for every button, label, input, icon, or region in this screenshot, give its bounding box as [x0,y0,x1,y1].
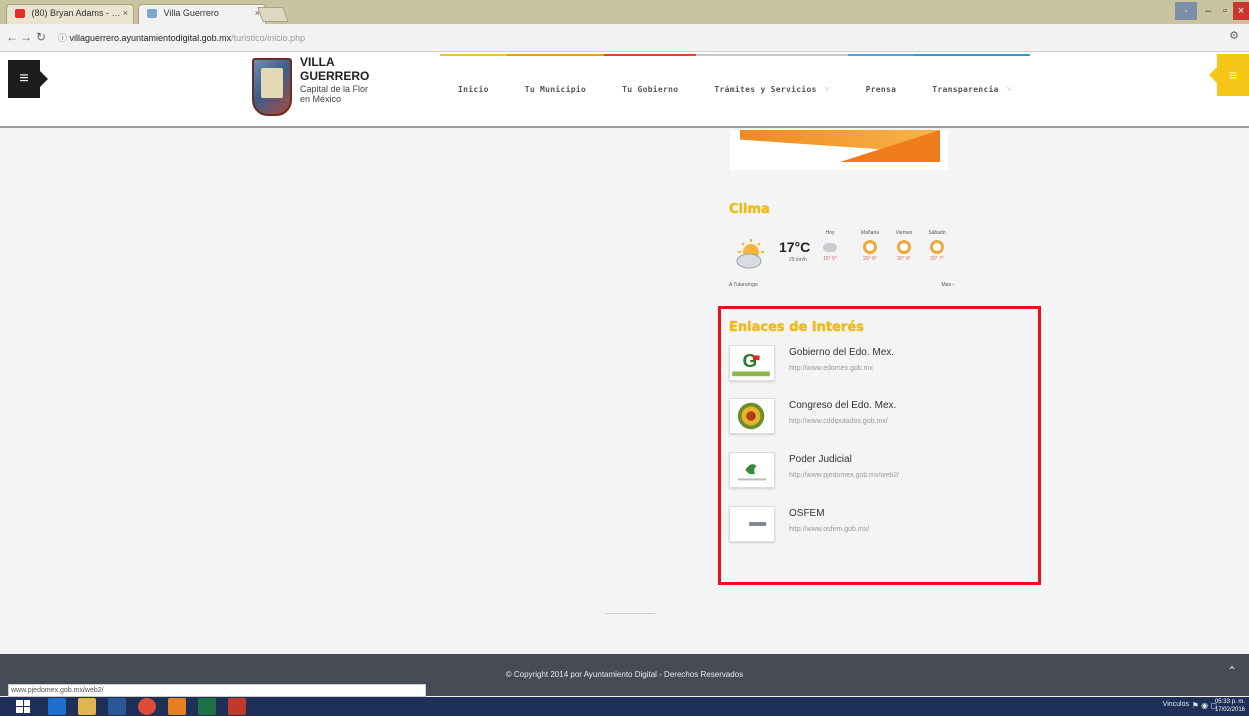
forecast-day-label: Viernes [895,230,913,236]
nav-label: Inicio [458,85,489,94]
banner-image[interactable] [730,130,948,170]
forecast-temp: 19° 5° [823,256,837,262]
powerpoint-icon[interactable] [168,698,186,715]
minimize-icon[interactable]: – [1199,2,1217,20]
hamburger-icon: ≡ [1228,67,1238,83]
tray-links-label[interactable]: Vinculos [1163,701,1189,708]
forecast-temp: 20° 8° [897,256,911,262]
word-icon[interactable] [108,698,126,715]
logo-line-1: VILLA [300,55,335,69]
partly-cloudy-icon [736,239,764,269]
forecast-day: Mañana 20° 8° [857,230,883,262]
clock-date: 17/02/2016 [1214,707,1245,713]
tray-icons[interactable]: ⚑ ◉ ◻ [1192,701,1217,710]
divider [605,613,655,614]
wind-speed: 29 km/h [789,257,807,263]
youtube-icon [15,9,25,19]
forecast-temp: 20° 7° [930,256,944,262]
nav-label: Prensa [865,85,897,94]
weather-more-link[interactable]: Mas › [942,282,955,288]
address-bar: ← → ↻ ⓘ villaguerrero.ayuntamientodigita… [0,24,1249,52]
sidebar-toggle-button[interactable]: ≡ [1209,54,1249,96]
info-icon: ⓘ [58,33,70,43]
scroll-to-top-icon[interactable]: ⌃ [1227,664,1237,678]
url-field[interactable]: ⓘ villaguerrero.ayuntamientodigital.gob.… [58,29,1218,47]
clock-time: 05:33 p. m. [1214,699,1245,705]
file-explorer-icon[interactable] [78,698,96,715]
site-logo[interactable]: VILLA GUERRERO Capital de la Flor en Méx… [300,55,370,104]
user-profile-button[interactable]: · [1175,2,1197,20]
system-clock[interactable]: 05:33 p. m. 17/02/2016 [1215,698,1245,714]
sun-icon [863,240,877,254]
close-tab-icon[interactable]: × [123,8,128,18]
current-temperature: 17°C [779,239,811,255]
menu-toggle-button[interactable]: ≡ [8,60,48,98]
tab-label: Villa Guerrero [163,8,219,18]
reload-icon[interactable]: ↻ [36,30,46,44]
pdf-app-icon[interactable] [228,698,246,715]
nav-inicio[interactable]: Inicio [440,54,507,110]
forecast-day-label: Sábado [928,230,946,236]
internet-explorer-icon[interactable] [48,698,66,715]
maximize-icon[interactable]: ▫ [1217,2,1233,20]
windows-taskbar: Vinculos ⚑ ◉ ◻ 05:33 p. m. 17/02/2016 [0,697,1249,716]
new-tab-button[interactable] [257,7,289,22]
nav-label: Tu Municipio [524,85,587,94]
weather-location: A Tulancingo [729,282,758,288]
logo-line-2: GUERRERO [300,68,370,83]
url-host: villaguerrero.ayuntamientodigital.gob.mx [69,33,232,43]
sun-icon [897,240,911,254]
nav-tramites-servicios[interactable]: Trámites y Servicios ˅ [696,54,848,110]
back-arrow-icon[interactable]: ← [6,30,18,44]
browser-tab-bar: (80) Bryan Adams - … × Villa Guerrero × … [0,0,1249,24]
forecast-day: Sábado 20° 7° [924,230,950,262]
nav-prensa[interactable]: Prensa [847,54,915,110]
windows-start-icon[interactable] [16,700,30,713]
nav-label: Trámites y Servicios [714,85,817,94]
nav-tu-gobierno[interactable]: Tu Gobierno [604,54,697,110]
tab-label: (80) Bryan Adams - … [31,8,121,18]
forward-arrow-icon[interactable]: → [20,30,32,44]
main-navigation: Inicio Tu Municipio Tu Gobierno Trámites… [440,54,1030,110]
forecast-temp: 20° 8° [863,256,877,262]
nav-transparencia[interactable]: Transparencia ˅ [914,54,1030,110]
nav-label: Tu Gobierno [622,85,679,94]
sun-icon [930,240,944,254]
chevron-down-icon: ˅ [1006,85,1012,94]
cloud-icon [823,243,837,252]
status-bar-url: www.pjedomex.gob.mx/web2/ [8,684,426,697]
url-path: /turistico/inicio.php [231,33,306,43]
nav-label: Transparencia [932,85,999,94]
hamburger-icon: ≡ [19,70,29,87]
chevron-down-icon: ˅ [824,85,830,94]
clima-title: Clima [729,202,770,217]
page-content: Clima 17°C 29 km/h Hoy 19° 5° Mañana 20°… [0,130,1249,654]
tab-villa-guerrero[interactable]: Villa Guerrero × [138,4,266,24]
forecast-day-label: Mañana [860,230,880,236]
forecast-day-label: Hoy [825,230,835,236]
excel-icon[interactable] [198,698,216,715]
logo-line-4: en México [300,93,342,104]
page-icon [147,9,157,19]
forecast-day: Hoy 19° 5° [817,230,843,262]
weather-widget[interactable]: 17°C 29 km/h Hoy 19° 5° Mañana 20° 8° Vi… [729,226,954,288]
logo-line-3: Capital de la Flor [300,83,369,94]
tab-youtube[interactable]: (80) Bryan Adams - … × [6,4,134,24]
browser-menu-icon[interactable]: ⚙ [1229,29,1239,42]
close-window-icon[interactable]: × [1233,2,1249,20]
forecast-day: Viernes 20° 8° [891,230,917,262]
highlight-annotation-box [718,306,1041,585]
chrome-icon[interactable] [138,698,156,715]
site-header: ≡ VILLA GUERRERO Capital de la Flor en M… [0,52,1249,128]
nav-tu-municipio[interactable]: Tu Municipio [506,54,605,110]
copyright-text: © Copyright 2014 por Ayuntamiento Digita… [505,670,744,679]
logo-shield-icon[interactable] [252,58,292,116]
